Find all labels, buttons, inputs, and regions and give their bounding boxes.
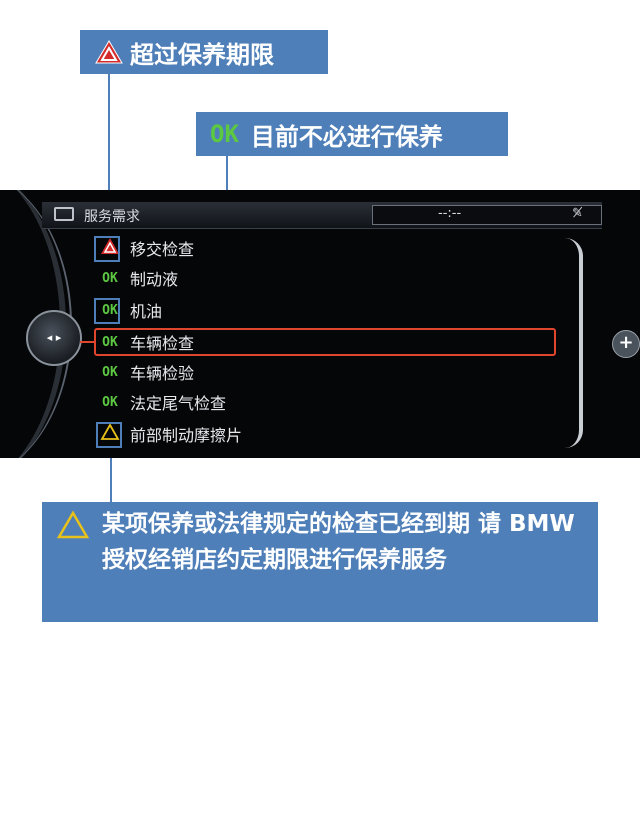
ok-desc-label: 目前不必进行保养 [250, 122, 443, 151]
item-label: 制动液 [130, 270, 179, 289]
controller-knob-icon[interactable]: ◂ ▸ [26, 310, 82, 366]
ok-callout: OK 目前不必进行保养 [196, 112, 508, 156]
connector-line-warn [110, 450, 112, 504]
status-field [372, 205, 602, 225]
clock-display: --:-- [438, 206, 462, 221]
item-label: 机油 [130, 302, 163, 321]
warning-red-icon [95, 40, 123, 64]
car-service-icon [54, 207, 74, 221]
overdue-callout: 超过保养期限 [80, 30, 328, 74]
list-item-emission-check[interactable]: OK 法定尾气检查 [96, 388, 226, 416]
list-item-brake-fluid[interactable]: OK 制动液 [96, 264, 178, 292]
screen-title: 服务需求 [84, 209, 140, 225]
ok-badge: OK [102, 270, 118, 286]
ok-badge: OK [102, 394, 118, 410]
warning-yellow-icon [56, 510, 90, 539]
item-label: 车辆检查 [130, 334, 195, 353]
list-item-vehicle-inspection[interactable]: OK 车辆检验 [96, 358, 194, 386]
frame-overdue [94, 236, 120, 262]
frame-warning [96, 422, 122, 448]
due-soon-text: 某项保养或法律规定的检查已经到期 请 BMW 授权经销店约定期限进行保养服务 [102, 511, 575, 573]
ok-status-label: OK [210, 120, 239, 148]
screen-header: 服务需求 --:-- ✎̸ [42, 202, 602, 229]
ok-badge: OK [102, 334, 118, 350]
item-label: 移交检查 [130, 240, 195, 259]
ok-badge: OK [102, 364, 118, 380]
item-label: 车辆检验 [130, 364, 195, 383]
due-soon-callout: 某项保养或法律规定的检查已经到期 请 BMW 授权经销店约定期限进行保养服务 [42, 502, 598, 622]
idrive-screen: 服务需求 --:-- ✎̸ ◂ ▸ 移交检查 OK 制动液 OK 机油 OK 车… [0, 190, 640, 458]
item-label: 前部制动摩擦片 [130, 426, 243, 445]
plus-icon[interactable]: + [612, 330, 640, 358]
item-label: 法定尾气检查 [130, 394, 227, 413]
scrollbar[interactable] [565, 238, 583, 448]
frame-ok [94, 298, 120, 324]
overdue-label: 超过保养期限 [130, 40, 274, 69]
list-item-vehicle-check[interactable]: OK 车辆检查 [96, 328, 194, 356]
mute-icon: ✎̸ [572, 206, 583, 221]
